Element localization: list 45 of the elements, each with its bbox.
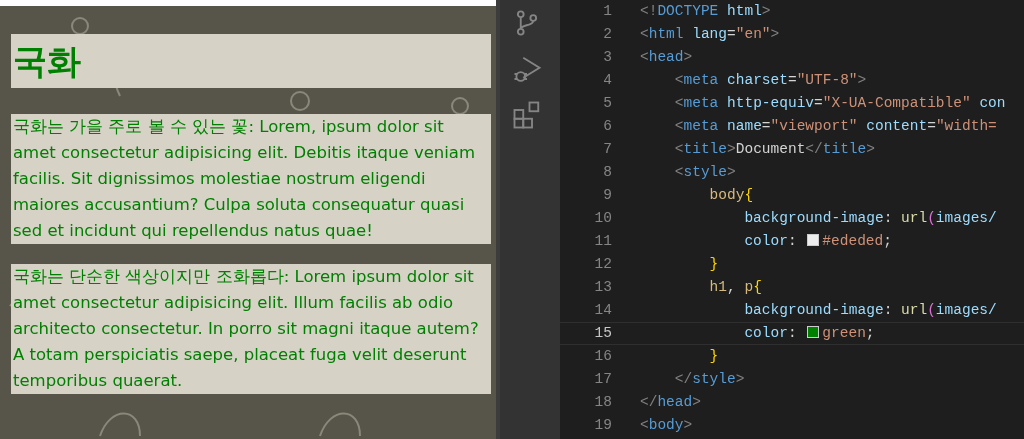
code-line: </style> — [673, 370, 745, 389]
line-number: 12 — [593, 255, 612, 274]
page-paragraph: 국화는 가을 주로 볼 수 있는 꽃: Lorem, ipsum dolor sit amet consectetur adipisicing elit. Debitis itaque veniam facilis. Sit dignissimos molestiae nostrum eligendi maiores accusantium? Culpa soluta consequatur quasi sed et incidunt qui repellendus natus quae! — [11, 114, 491, 244]
code-line: h1, p{ — [708, 278, 762, 297]
line-number: 8 — [602, 163, 612, 182]
code-line: <meta http-equiv="X-UA-Compatible" con — [673, 94, 1006, 113]
code-line: </head> — [640, 393, 701, 412]
extensions-icon[interactable] — [512, 100, 542, 130]
line-number: 19 — [593, 416, 612, 435]
run-debug-icon[interactable] — [512, 54, 542, 84]
code-line: <style> — [673, 163, 736, 182]
line-number: 18 — [593, 393, 612, 412]
line-number: 2 — [602, 25, 612, 44]
code-line: <meta name="viewport" content="width= — [673, 117, 997, 136]
line-number: 16 — [593, 347, 612, 366]
line-number: 7 — [602, 140, 612, 159]
line-number: 14 — [593, 301, 612, 320]
line-number: 5 — [602, 94, 612, 113]
line-number: 11 — [593, 232, 612, 251]
line-number: 15 — [593, 324, 612, 343]
line-number: 10 — [593, 209, 612, 228]
code-line: <head> — [640, 48, 693, 67]
line-number: 9 — [602, 186, 612, 205]
color-swatch[interactable] — [807, 326, 820, 338]
page-heading: 국화 — [11, 34, 491, 88]
code-line: <!DOCTYPE html> — [640, 2, 771, 21]
code-line: <body> — [640, 416, 693, 435]
line-number: 4 — [602, 71, 612, 90]
line-number: 13 — [593, 278, 612, 297]
color-swatch[interactable] — [807, 234, 820, 246]
code-line: color: green; — [743, 324, 875, 343]
line-number: 6 — [602, 117, 612, 136]
page-paragraph: 국화는 단순한 색상이지만 조화롭다: Lorem ipsum dolor sit amet consectetur adipisicing elit. Illum facilis ab odio architecto consectetur. In porro sit magni itaque autem? A totam perspiciatis saepe, placeat fuga velit deserunt temporibus quaerat. — [11, 264, 491, 394]
code-line: color: #ededed; — [743, 232, 892, 251]
code-line: } — [708, 347, 719, 366]
line-number: 17 — [593, 370, 612, 389]
code-line: } — [708, 255, 719, 274]
line-number: 1 — [602, 2, 612, 21]
code-line: background-image: url(images/ — [743, 301, 997, 320]
line-number: 3 — [602, 48, 612, 67]
code-line: <html lang="en"> — [640, 25, 780, 44]
code-line: background-image: url(images/ — [743, 209, 997, 228]
code-line: body{ — [708, 186, 754, 205]
code-line: <meta charset="UTF-8"> — [673, 71, 867, 90]
code-line: <title>Document</title> — [673, 140, 875, 159]
